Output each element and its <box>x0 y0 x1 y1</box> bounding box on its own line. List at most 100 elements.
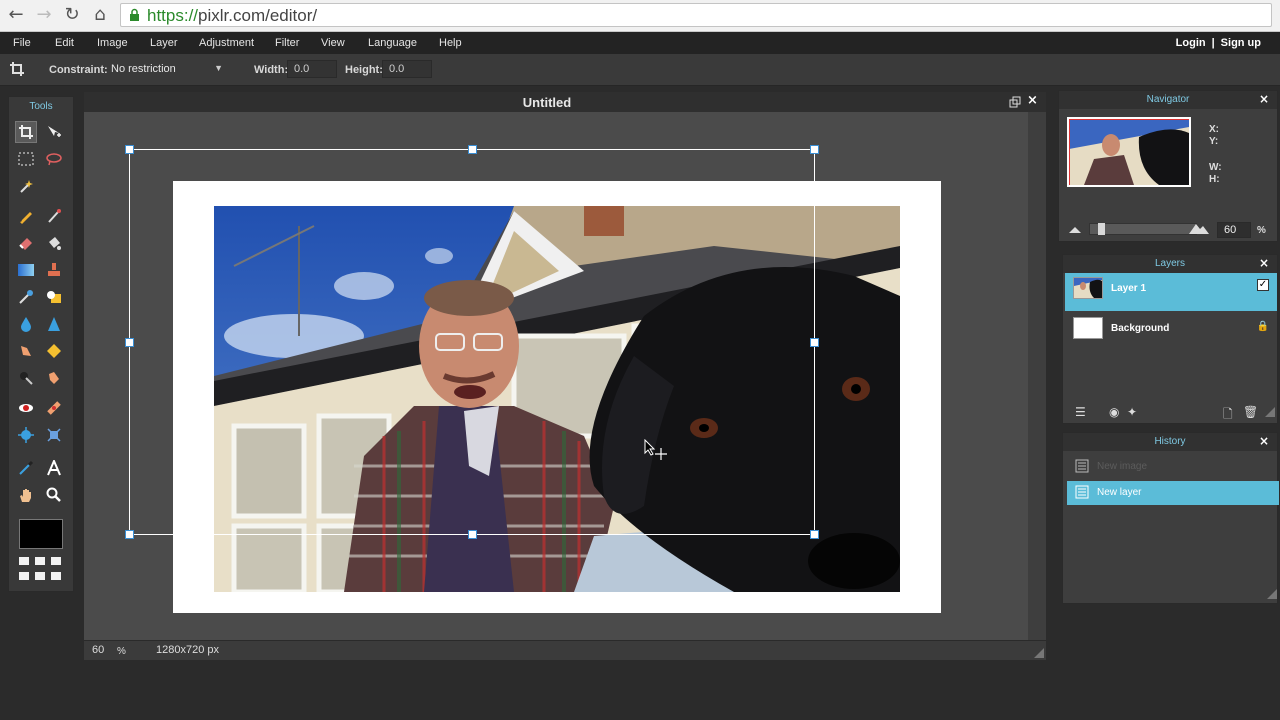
layer-thumbnail <box>1073 317 1103 339</box>
zoom-slider-knob[interactable] <box>1098 223 1105 235</box>
pinch-tool-icon[interactable] <box>43 424 65 446</box>
swatch-grid-cell[interactable] <box>51 572 61 580</box>
login-link[interactable]: Login <box>1176 37 1206 49</box>
brush-tool-icon[interactable] <box>43 205 65 227</box>
navigator-zoom-input[interactable]: 60 <box>1217 222 1251 238</box>
crop-handle-top-left[interactable] <box>125 145 134 154</box>
spot-heal-tool-icon[interactable] <box>43 397 65 419</box>
reload-icon[interactable]: ↻ <box>60 4 84 26</box>
crop-tool-icon[interactable] <box>15 121 37 143</box>
dodge-tool-icon[interactable] <box>15 367 37 389</box>
resize-grip-icon[interactable] <box>1034 648 1044 658</box>
crop-handle-top[interactable] <box>468 145 477 154</box>
signup-link[interactable]: Sign up <box>1221 37 1261 49</box>
magic-wand-tool-icon[interactable] <box>15 175 37 197</box>
document-title-bar[interactable]: Untitled × <box>84 92 1046 112</box>
crop-handle-right[interactable] <box>810 338 819 347</box>
zoom-slider[interactable] <box>1089 223 1197 235</box>
address-bar[interactable]: https://pixlr.com/editor/ <box>120 3 1272 27</box>
layer-thumbnail <box>1073 277 1103 299</box>
menu-edit[interactable]: Edit <box>55 37 74 49</box>
zoom-out-mountain-icon[interactable] <box>1069 225 1081 233</box>
history-step-icon <box>1075 485 1089 499</box>
menu-help[interactable]: Help <box>439 37 462 49</box>
history-item[interactable]: New image <box>1067 455 1279 479</box>
swatch-grid-cell[interactable] <box>19 557 29 565</box>
crop-handle-left[interactable] <box>125 338 134 347</box>
clone-stamp-tool-icon[interactable] <box>43 259 65 281</box>
swatch-grid-cell[interactable] <box>51 557 61 565</box>
marquee-tool-icon[interactable] <box>15 148 37 170</box>
close-icon[interactable]: × <box>1259 434 1269 448</box>
new-layer-icon[interactable]: 🗋 <box>1223 405 1233 426</box>
restore-window-icon[interactable] <box>1009 96 1021 108</box>
delete-layer-icon[interactable]: 🗑 <box>1243 405 1258 419</box>
resize-grip-icon[interactable] <box>1267 589 1277 599</box>
home-icon[interactable]: ⌂ <box>88 4 112 26</box>
drawing-tool-icon[interactable] <box>43 286 65 308</box>
crop-selection[interactable] <box>125 145 819 539</box>
width-input[interactable]: 0.0 <box>287 60 337 78</box>
crop-handle-bottom-right[interactable] <box>810 530 819 539</box>
color-picker-tool-icon[interactable] <box>15 457 37 479</box>
close-icon[interactable]: × <box>1259 256 1269 270</box>
type-tool-icon[interactable] <box>43 457 65 479</box>
forward-arrow-icon[interactable]: → <box>32 4 56 26</box>
auth-separator: | <box>1211 37 1215 49</box>
layer-row-layer-1[interactable]: Layer 1 ✓ <box>1065 273 1277 311</box>
move-tool-icon[interactable] <box>43 121 65 143</box>
zoom-value[interactable]: 60 <box>92 644 104 656</box>
close-document-icon[interactable]: × <box>1027 93 1038 108</box>
bloat-tool-icon[interactable] <box>15 424 37 446</box>
gradient-tool-icon[interactable] <box>15 259 37 281</box>
menu-language[interactable]: Language <box>368 37 417 49</box>
swatch-grid-cell[interactable] <box>35 557 45 565</box>
sharpen-tool-icon[interactable] <box>43 313 65 335</box>
menu-filter[interactable]: Filter <box>275 37 299 49</box>
crop-handle-bottom-left[interactable] <box>125 530 134 539</box>
history-item[interactable]: New layer <box>1067 481 1279 505</box>
swatch-grid-cell[interactable] <box>35 572 45 580</box>
burn-tool-icon[interactable] <box>43 367 65 389</box>
crop-handle-bottom[interactable] <box>468 530 477 539</box>
close-icon[interactable]: × <box>1259 92 1269 106</box>
nav-x-label: X: <box>1209 124 1219 135</box>
primary-color-swatch[interactable] <box>19 519 63 549</box>
layer-settings-icon[interactable]: ☰ <box>1075 405 1086 419</box>
layer-visibility-checkbox[interactable]: ✓ <box>1257 279 1269 291</box>
layer-row-background[interactable]: Background 🔒 <box>1065 313 1277 351</box>
menu-adjustment[interactable]: Adjustment <box>199 37 254 49</box>
red-eye-tool-icon[interactable] <box>15 397 37 419</box>
paint-bucket-tool-icon[interactable] <box>43 232 65 254</box>
eraser-tool-icon[interactable] <box>15 232 37 254</box>
smudge-tool-icon[interactable] <box>15 340 37 362</box>
constraint-select[interactable]: No restriction ▼ <box>111 63 223 75</box>
lasso-tool-icon[interactable] <box>43 148 65 170</box>
menu-view[interactable]: View <box>321 37 345 49</box>
menu-layer[interactable]: Layer <box>150 37 178 49</box>
hand-tool-icon[interactable] <box>15 484 37 506</box>
history-panel: History × New image New layer <box>1062 432 1279 604</box>
canvas-area[interactable] <box>84 112 1028 640</box>
history-step-icon <box>1075 459 1089 473</box>
resize-grip-icon[interactable] <box>1265 407 1275 417</box>
height-input[interactable]: 0.0 <box>382 60 432 78</box>
color-replace-tool-icon[interactable] <box>15 286 37 308</box>
crop-handle-top-right[interactable] <box>810 145 819 154</box>
back-arrow-icon[interactable]: ← <box>4 4 28 26</box>
layer-name: Layer 1 <box>1111 283 1147 294</box>
layer-styles-icon[interactable]: ✦ <box>1127 405 1137 419</box>
blur-tool-icon[interactable] <box>15 313 37 335</box>
sponge-tool-icon[interactable] <box>43 340 65 362</box>
zoom-tool-icon[interactable] <box>43 484 65 506</box>
navigator-view-box[interactable] <box>1069 119 1189 185</box>
vertical-scrollbar[interactable] <box>1028 112 1046 640</box>
menu-file[interactable]: File <box>13 37 31 49</box>
zoom-in-mountain-icon[interactable] <box>1189 222 1209 234</box>
layer-mask-icon[interactable]: ◉ <box>1109 405 1119 419</box>
swatch-grid-cell[interactable] <box>19 572 29 580</box>
menu-image[interactable]: Image <box>97 37 128 49</box>
pencil-tool-icon[interactable] <box>15 205 37 227</box>
navigator-thumbnail[interactable] <box>1067 117 1191 187</box>
browser-toolbar: ← → ↻ ⌂ https://pixlr.com/editor/ <box>0 0 1280 32</box>
